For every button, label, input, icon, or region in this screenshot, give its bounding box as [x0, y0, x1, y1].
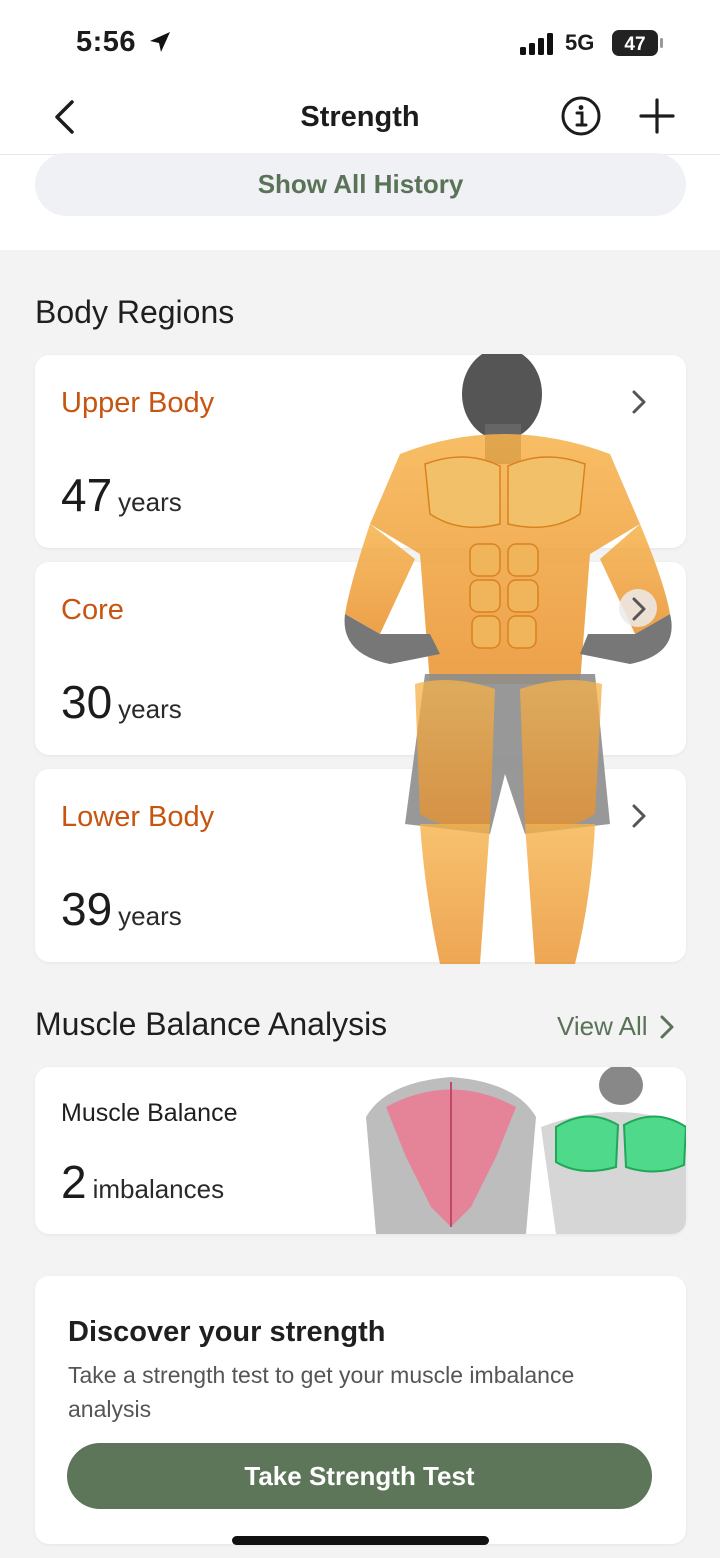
chevron-right-icon[interactable]: [628, 802, 650, 830]
muscle-balance-figures-image: [366, 1067, 686, 1234]
region-age: 30: [61, 676, 113, 728]
location-arrow-icon: [150, 32, 170, 52]
home-indicator: [232, 1536, 489, 1545]
region-unit: years: [118, 487, 182, 517]
plus-icon[interactable]: [636, 95, 678, 137]
muscle-balance-card[interactable]: Muscle Balance 2 imbalances: [35, 1067, 686, 1234]
chevron-right-icon[interactable]: [657, 1014, 677, 1040]
network-type: 5G: [565, 30, 595, 55]
view-all-link[interactable]: View All: [557, 1011, 648, 1042]
battery-icon: 47: [612, 30, 663, 56]
cellular-signal-icon: [520, 33, 553, 55]
region-unit: years: [118, 901, 182, 931]
imbalance-count: 2: [61, 1156, 87, 1208]
region-value: 39 years: [61, 882, 182, 936]
page-title: Strength: [300, 101, 420, 133]
discover-description: Take a strength test to get your muscle …: [68, 1362, 575, 1422]
region-unit: years: [118, 694, 182, 724]
muscle-balance-value: 2 imbalances: [61, 1155, 224, 1209]
take-strength-test-button[interactable]: Take Strength Test: [67, 1443, 652, 1509]
imbalance-unit: imbalances: [92, 1174, 225, 1204]
muscle-balance-label: Muscle Balance: [61, 1099, 238, 1127]
region-value: 30 years: [61, 675, 182, 729]
discover-card: Discover your strength Take a strength t…: [35, 1276, 686, 1544]
region-value: 47 years: [61, 468, 182, 522]
region-label: Upper Body: [61, 387, 215, 419]
chevron-right-icon[interactable]: [628, 388, 650, 416]
region-card-upper-body[interactable]: Upper Body 47 years: [35, 355, 686, 548]
region-label: Lower Body: [61, 801, 215, 833]
region-age: 39: [61, 883, 113, 935]
info-icon[interactable]: [560, 95, 602, 137]
region-card-core[interactable]: Core 30 years: [35, 562, 686, 755]
region-card-lower-body[interactable]: Lower Body 39 years: [35, 769, 686, 962]
muscle-balance-title: Muscle Balance Analysis: [35, 1006, 388, 1042]
body-regions-title: Body Regions: [35, 294, 235, 330]
battery-level: 47: [624, 34, 645, 55]
discover-title: Discover your strength: [68, 1316, 386, 1348]
status-time: 5:56: [76, 26, 137, 58]
chevron-right-icon[interactable]: [628, 595, 650, 623]
show-all-history-button[interactable]: Show All History: [35, 153, 686, 216]
region-age: 47: [61, 469, 113, 521]
region-label: Core: [61, 594, 124, 626]
